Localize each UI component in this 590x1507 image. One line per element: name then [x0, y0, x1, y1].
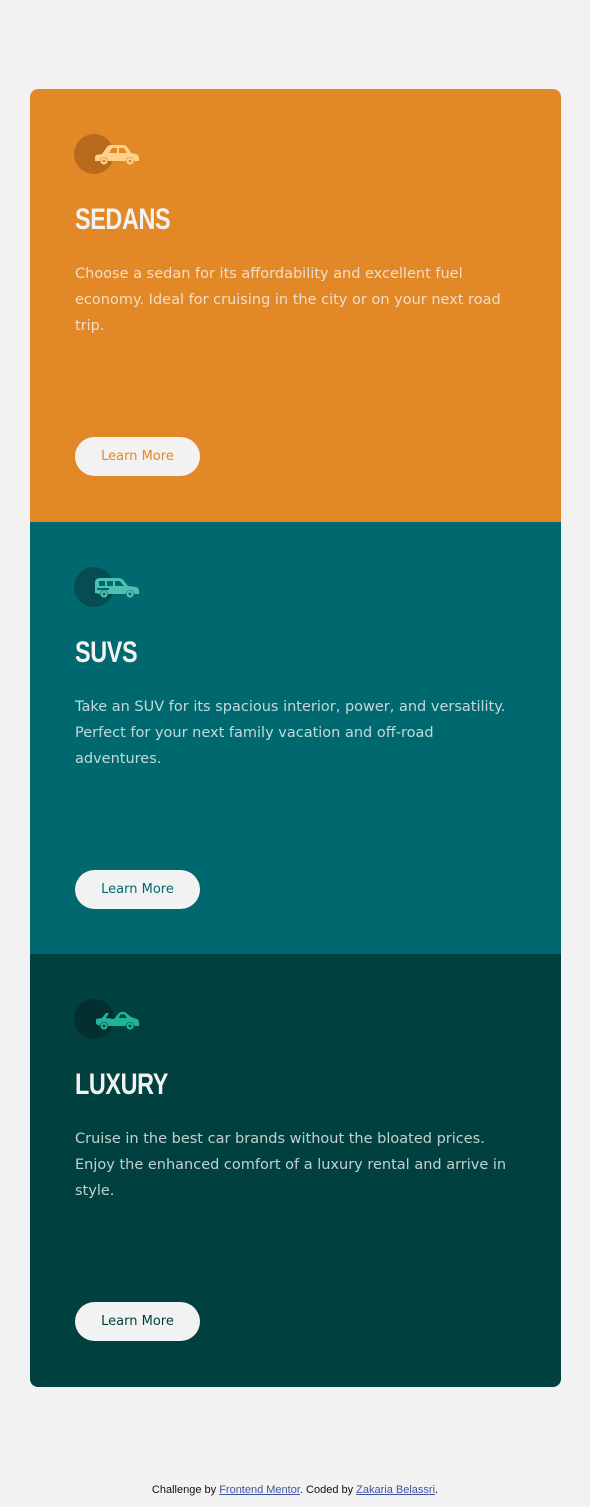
sedans-card: Sedans Choose a sedan for its affordabil… [30, 89, 561, 522]
attribution-prefix: Challenge by [151, 1484, 220, 1496]
card-description: Take an SUV for its spacious interior, p… [75, 698, 506, 767]
attribution-suffix: . [435, 1484, 439, 1496]
attribution-middle: . Coded by [299, 1484, 357, 1496]
suv-car-icon [95, 577, 139, 598]
author-link[interactable]: Zakaria Belassri [356, 1484, 435, 1496]
learn-more-button[interactable]: Learn More [75, 869, 200, 909]
luxury-card: Luxury Cruise in the best car brands wit… [30, 954, 561, 1388]
learn-more-button[interactable]: Learn More [75, 1302, 200, 1342]
suvs-icon-wrapper [74, 566, 140, 609]
card-title: Luxury [75, 1068, 169, 1102]
card-description: Choose a sedan for its affordability and… [75, 266, 501, 334]
card-title: SUVs [75, 635, 138, 669]
cards-container: Sedans Choose a sedan for its affordabil… [30, 89, 561, 1388]
attribution-footer: Challenge by Frontend Mentor. Coded by Z… [0, 1484, 590, 1496]
frontend-mentor-link[interactable]: Frontend Mentor [219, 1484, 300, 1496]
sedan-car-icon [95, 145, 139, 165]
learn-more-button[interactable]: Learn More [75, 437, 200, 476]
luxury-icon-wrapper [74, 999, 140, 1041]
card-title: Sedans [75, 203, 171, 236]
suvs-card: SUVs Take an SUV for its spacious interi… [30, 521, 561, 955]
sedans-icon-wrapper [74, 134, 140, 176]
luxury-car-icon [96, 1012, 139, 1030]
card-description: Cruise in the best car brands without th… [75, 1131, 507, 1200]
